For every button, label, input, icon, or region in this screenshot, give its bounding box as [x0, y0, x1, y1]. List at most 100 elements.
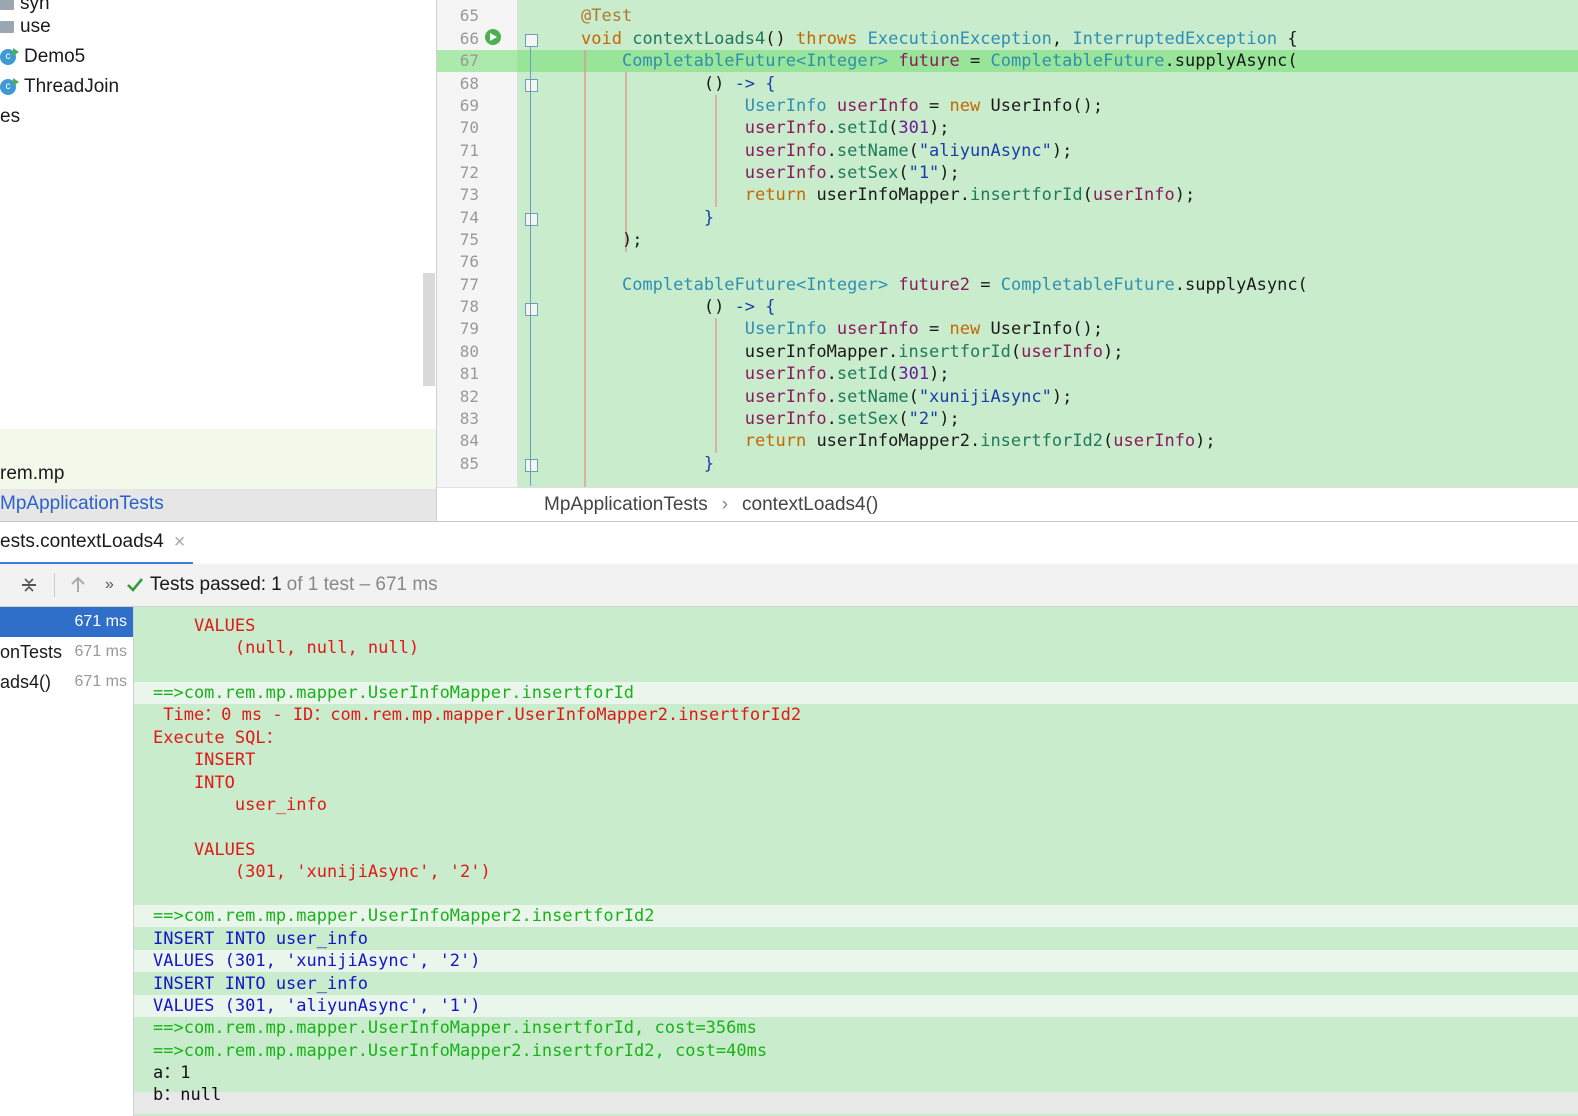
tree-item-class[interactable]: c Demo5: [0, 43, 85, 71]
arrow-up-icon[interactable]: [69, 576, 87, 594]
module-row: [0, 429, 436, 489]
line-number: 81: [459, 364, 479, 383]
code-editor[interactable]: 65 66 67 68 69 70 71 72 73 74 75 76 77 78 79 80 81 82 83 84…: [437, 0, 1578, 487]
code-line-78: () -> {: [703, 297, 776, 317]
test-tree-row[interactable]: 671 ms: [0, 607, 133, 637]
folder-icon: [0, 0, 14, 10]
test-tree-label: onTests: [0, 641, 63, 662]
line-number: 79: [459, 319, 479, 338]
console-line: INSERT INTO user_info: [153, 974, 368, 994]
code-line-69: UserInfo userInfo = new UserInfo();: [744, 96, 1104, 116]
console-line: INSERT: [153, 750, 256, 770]
line-number: 83: [459, 409, 479, 428]
console-line: VALUES (301, 'xunijiAsync', '2'): [153, 951, 481, 971]
line-number: 76: [459, 252, 479, 271]
console-line: a：1: [153, 1063, 191, 1083]
check-icon: [126, 576, 144, 594]
line-number: 72: [459, 163, 479, 182]
line-number: 68: [459, 74, 479, 93]
test-tree-row[interactable]: onTests 671 ms: [0, 637, 133, 667]
breadcrumb: MpApplicationTests › contextLoads4(): [437, 487, 1578, 522]
chevron-double-right-icon[interactable]: »: [105, 576, 114, 594]
console-line: (null, null, null): [153, 638, 420, 658]
console-output[interactable]: VALUES (null, null, null) ==>com.rem.mp.m…: [134, 607, 1578, 1116]
fold-icon[interactable]: [525, 79, 538, 92]
console-line: Time：0 ms - ID：com.rem.mp.mapper.UserInf…: [153, 705, 802, 725]
console-line: (301, 'xunijiAsync', '2'): [153, 862, 491, 882]
test-time: 671 ms: [74, 643, 127, 660]
console-line: INSERT INTO user_info: [153, 929, 368, 949]
line-number: 74: [459, 208, 479, 227]
test-status-count: 1: [271, 574, 282, 595]
console-line: ==>com.rem.mp.mapper.UserInfoMapper2.ins…: [153, 1041, 768, 1061]
tree-item-class[interactable]: c ThreadJoin: [0, 73, 119, 101]
test-tree-label: ads4(): [0, 671, 52, 692]
line-number: 75: [459, 230, 479, 249]
module-label[interactable]: rem.mp: [0, 460, 64, 488]
run-toolbar: » Tests passed: 1 of 1 test – 671 ms: [0, 564, 1578, 607]
code-line-74: }: [703, 208, 715, 228]
run-gutter-icon[interactable]: [485, 29, 501, 45]
code-line-79: UserInfo userInfo = new UserInfo();: [744, 319, 1104, 339]
console-line: ==>com.rem.mp.mapper.UserInfoMapper.inse…: [153, 683, 635, 703]
breadcrumb-separator: ›: [721, 494, 729, 515]
code-line-73: return userInfoMapper.insertforId(userIn…: [744, 185, 1196, 205]
tree-item[interactable]: es: [0, 103, 20, 131]
run-tab-bar: ests.contextLoads4 ×: [0, 521, 1578, 565]
console-line: user_info: [153, 795, 327, 815]
code-line-85: }: [703, 454, 715, 474]
code-line-68: () -> {: [703, 74, 776, 94]
code-line-70: userInfo.setId(301);: [744, 118, 950, 138]
console-line: Execute SQL：: [153, 728, 283, 748]
test-status-suffix: of 1 test – 671 ms: [286, 574, 438, 595]
selected-file-label[interactable]: MpApplicationTests: [0, 490, 164, 518]
code-line-81: userInfo.setId(301);: [744, 364, 950, 384]
test-time: 671 ms: [74, 673, 127, 690]
line-number: 85: [459, 454, 479, 473]
tree-item-folder[interactable]: use: [0, 13, 51, 41]
test-time: 671 ms: [74, 613, 127, 630]
code-line-75: );: [621, 230, 643, 250]
project-tree-panel: syn use c Demo5 c ThreadJoin es rem.mp M…: [0, 0, 437, 521]
line-number: 71: [459, 141, 479, 160]
code-line-80: userInfoMapper.insertforId(userInfo);: [744, 342, 1124, 362]
fold-icon[interactable]: [525, 213, 538, 226]
fold-icon[interactable]: [525, 459, 538, 472]
line-number: 66: [459, 29, 479, 48]
console-line: INTO: [153, 773, 235, 793]
code-line-84: return userInfoMapper2.insertforId2(user…: [744, 431, 1216, 451]
console-line: b：null: [153, 1085, 222, 1105]
code-line-77: CompletableFuture<Integer> future2 = Com…: [621, 275, 1308, 295]
toolbar-divider: [54, 573, 55, 597]
close-icon[interactable]: ×: [174, 531, 186, 554]
console-line: ==>com.rem.mp.mapper.UserInfoMapper2.ins…: [153, 906, 655, 926]
line-number: 84: [459, 431, 479, 450]
console-line: VALUES: [153, 840, 256, 860]
code-line-72: userInfo.setSex("1");: [744, 163, 960, 183]
breadcrumb-method[interactable]: contextLoads4(): [742, 494, 878, 516]
line-number: 69: [459, 96, 479, 115]
tree-item-label: use: [20, 16, 51, 37]
fold-icon[interactable]: [525, 34, 538, 47]
run-tab-label: ests.contextLoads4: [0, 531, 164, 552]
line-number: 70: [459, 118, 479, 137]
console-line: VALUES (301, 'aliyunAsync', '1'): [153, 996, 481, 1016]
project-scrollbar[interactable]: [423, 273, 435, 386]
fold-icon[interactable]: [525, 303, 538, 316]
collapse-all-icon[interactable]: [20, 576, 38, 594]
line-number: 67: [459, 51, 479, 70]
line-number: 78: [459, 297, 479, 316]
line-number: 73: [459, 185, 479, 204]
tree-item-label: es: [0, 106, 21, 127]
test-status-prefix: Tests passed:: [149, 574, 267, 595]
code-line-67: CompletableFuture<Integer> future = Comp…: [621, 51, 1298, 71]
run-tab[interactable]: ests.contextLoads4 ×: [0, 522, 193, 565]
line-number: 65: [459, 6, 479, 25]
scope-line: [530, 46, 531, 486]
code-line-82: userInfo.setName("xunijiAsync");: [744, 387, 1073, 407]
line-number: 82: [459, 387, 479, 406]
breadcrumb-class[interactable]: MpApplicationTests: [544, 494, 708, 516]
console-line: ==>com.rem.mp.mapper.UserInfoMapper.inse…: [153, 1018, 757, 1038]
test-tree-row[interactable]: ads4() 671 ms: [0, 667, 133, 697]
code-line-66: void contextLoads4() throws ExecutionExc…: [581, 29, 1298, 49]
